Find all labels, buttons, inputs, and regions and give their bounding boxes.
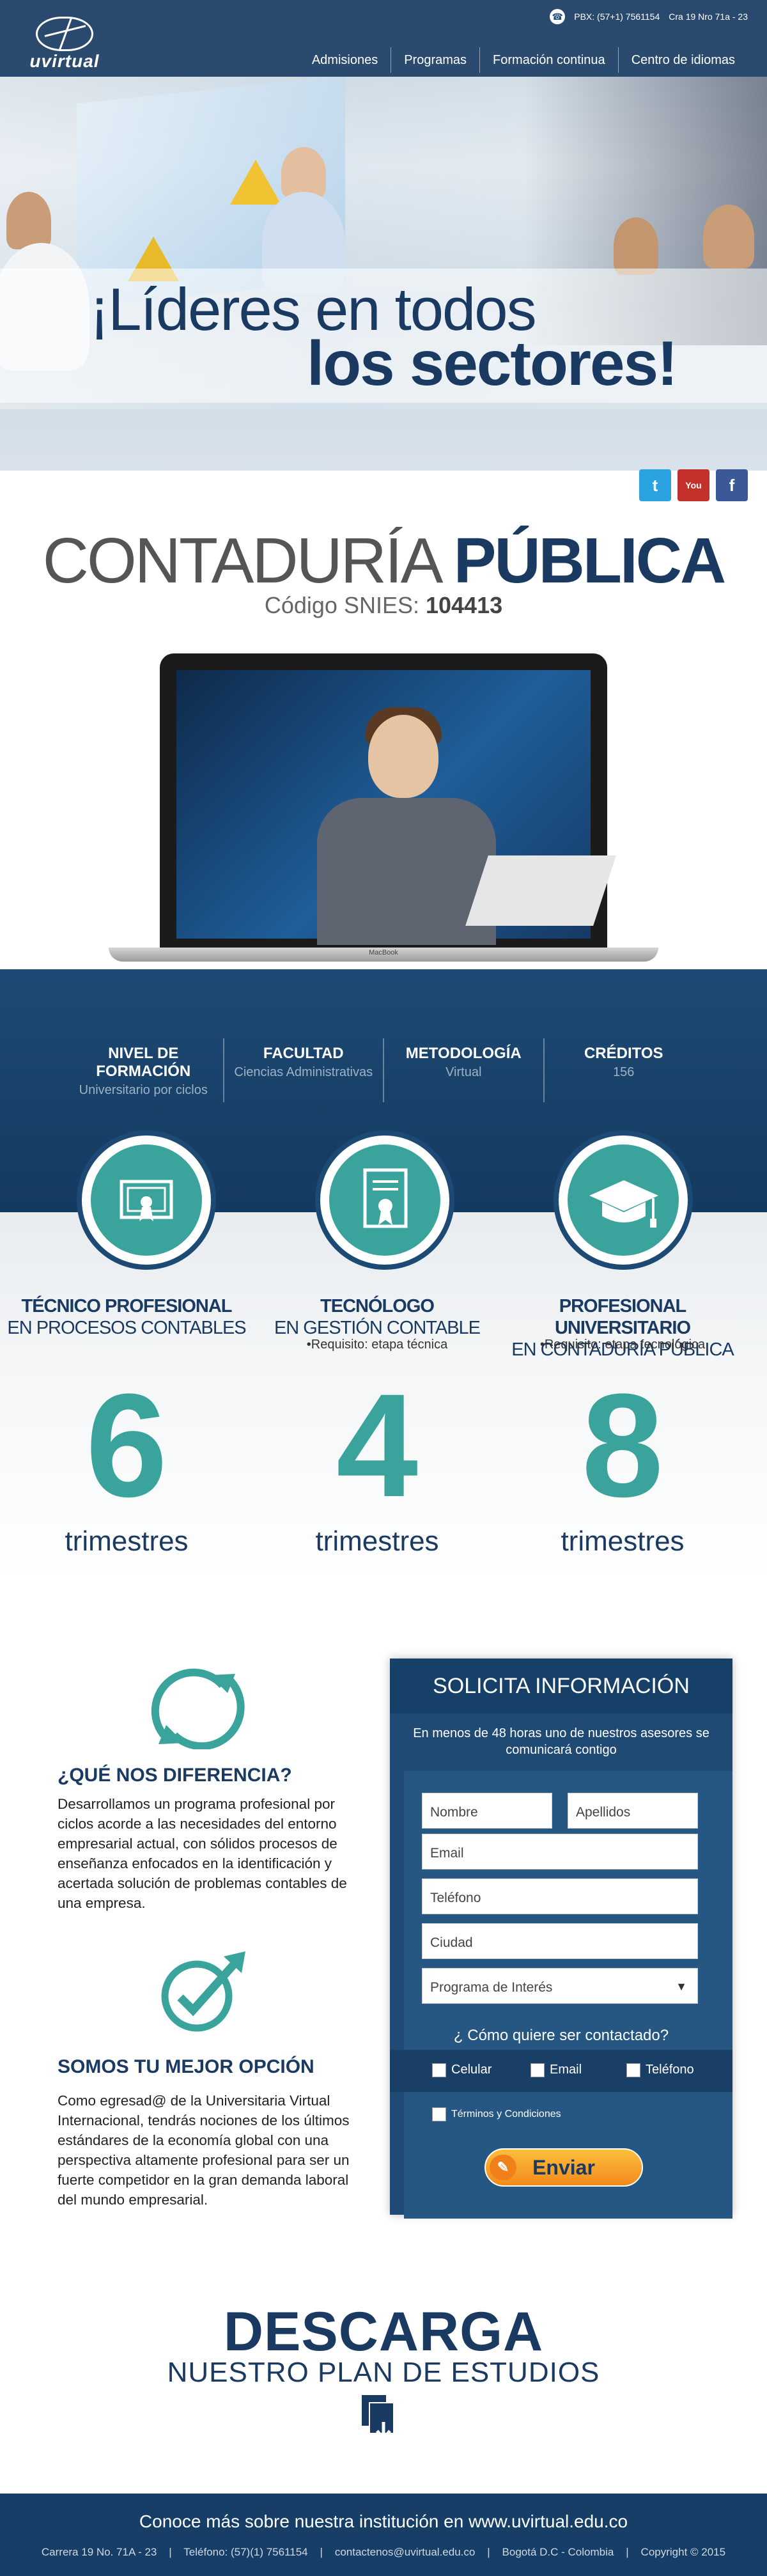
chart-triangle bbox=[230, 160, 281, 205]
nombre-field[interactable]: Nombre bbox=[422, 1793, 552, 1829]
phone-icon: ☎ bbox=[550, 9, 566, 24]
audience-figure bbox=[6, 192, 51, 249]
level-3-unit: trimestres bbox=[561, 1526, 685, 1557]
laptop-image: MacBook bbox=[109, 653, 658, 967]
level-3-badge bbox=[554, 1130, 693, 1270]
uvirtual-logo[interactable]: uvirtual bbox=[23, 17, 106, 71]
level-3-number: 8 bbox=[582, 1363, 663, 1527]
download-title: DESCARGA bbox=[223, 2301, 544, 2362]
option-email[interactable]: Email bbox=[531, 2063, 582, 2077]
nav-admisiones[interactable]: Admisiones bbox=[299, 47, 391, 73]
info-metodologia: METODOLOGÍA Virtual bbox=[383, 1038, 543, 1102]
diploma-icon bbox=[363, 1168, 408, 1228]
option-telefono[interactable]: Teléfono bbox=[626, 2063, 694, 2077]
level-3-requirement: •Requisito: etapa tecnológica bbox=[539, 1338, 706, 1352]
chevron-down-icon: ▼ bbox=[676, 1980, 687, 1993]
contact-options: Celular Email Teléfono bbox=[390, 2050, 732, 2092]
footer-details: Carrera 19 No. 71A - 23 | Teléfono: (57)… bbox=[41, 2546, 726, 2558]
info-request-form: SOLICITA INFORMACIÓN En menos de 48 hora… bbox=[390, 1659, 732, 2219]
checkbox[interactable] bbox=[432, 2063, 446, 2077]
form-title: SOLICITA INFORMACIÓN bbox=[390, 1659, 732, 1713]
level-1-number: 6 bbox=[86, 1363, 167, 1527]
email-field[interactable]: Email bbox=[422, 1834, 698, 1870]
youtube-icon[interactable]: You Tube bbox=[678, 469, 709, 522]
presenter-figure bbox=[281, 147, 326, 198]
page: uvirtual ☎ PBX: (57+1) 7561154 Cra 19 Nr… bbox=[0, 0, 767, 2576]
ciudad-field[interactable]: Ciudad bbox=[422, 1923, 698, 1959]
social-links: t You Tube f bbox=[639, 469, 748, 522]
best-option-heading: SOMOS TU MEJOR OPCIÓN bbox=[58, 2056, 314, 2077]
hero-banner: uvirtual ☎ PBX: (57+1) 7561154 Cra 19 Nr… bbox=[0, 0, 767, 471]
exchange-arrows-icon bbox=[151, 1668, 245, 1749]
top-bar: uvirtual ☎ PBX: (57+1) 7561154 Cra 19 Nr… bbox=[0, 0, 767, 77]
header-address: Cra 19 Nro 71a - 23 bbox=[669, 12, 748, 22]
level-2-title: TECNÓLOGO EN GESTIÓN CONTABLE bbox=[274, 1296, 481, 1338]
info-facultad: FACULTAD Ciencias Administrativas bbox=[222, 1038, 384, 1102]
level-1-title: TÉCNICO PROFESIONAL EN PROCESOS CONTABLE… bbox=[7, 1296, 246, 1338]
hero-slogan-line2: los sectores! bbox=[307, 328, 678, 398]
download-subtitle: NUESTRO PLAN DE ESTUDIOS bbox=[167, 2357, 600, 2388]
best-option-text: Como egresad@ de la Universitaria Virtua… bbox=[58, 2093, 350, 2208]
difference-text: Desarrollamos un programa profesional po… bbox=[58, 1796, 347, 1911]
program-title: CONTADURÍA PÚBLICA bbox=[42, 525, 726, 597]
footer: Conoce más sobre nuestra institución en … bbox=[0, 2494, 767, 2576]
terms-checkbox[interactable]: Términos y Condiciones bbox=[432, 2107, 561, 2121]
level-1-unit: trimestres bbox=[65, 1526, 189, 1557]
footer-main[interactable]: Conoce más sobre nuestra institución en … bbox=[0, 2511, 767, 2532]
level-2-requirement: •Requisito: etapa técnica bbox=[306, 1338, 448, 1352]
difference-heading: ¿QUÉ NOS DIFERENCIA? bbox=[58, 1765, 292, 1786]
levels-section: TÉCNICO PROFESIONAL EN PROCESOS CONTABLE… bbox=[0, 1130, 767, 1583]
option-celular[interactable]: Celular bbox=[432, 2063, 492, 2077]
globe-icon bbox=[36, 17, 93, 51]
nav-formacion-continua[interactable]: Formación continua bbox=[479, 47, 618, 73]
info-nivel: NIVEL DE FORMACIÓN Universitario por cic… bbox=[79, 1045, 208, 1097]
main-nav: Admisiones Programas Formación continua … bbox=[299, 47, 748, 73]
graduation-cap-icon bbox=[589, 1180, 658, 1228]
check-growth-icon bbox=[161, 1951, 245, 2032]
apellidos-field[interactable]: Apellidos bbox=[568, 1793, 698, 1829]
checkbox[interactable] bbox=[432, 2107, 446, 2121]
audience-figure bbox=[703, 205, 754, 269]
level-2-unit: trimestres bbox=[315, 1526, 439, 1557]
nav-centro-idiomas[interactable]: Centro de idiomas bbox=[617, 47, 748, 73]
form-subtitle: En menos de 48 horas uno de nuestros ase… bbox=[413, 1726, 709, 1757]
telefono-field[interactable]: Teléfono bbox=[422, 1878, 698, 1914]
checkbox[interactable] bbox=[626, 2063, 640, 2077]
level-2-badge bbox=[315, 1130, 454, 1270]
header-phone: PBX: (57+1) 7561154 bbox=[574, 12, 660, 22]
snies-code: Código SNIES: 104413 bbox=[264, 592, 503, 618]
facebook-icon[interactable]: f bbox=[716, 469, 748, 501]
send-button[interactable]: ✎ Enviar bbox=[484, 2148, 643, 2187]
contact-question: ¿ Cómo quiere ser contactado? bbox=[453, 2027, 669, 2044]
edit-icon: ✎ bbox=[490, 2155, 516, 2180]
certificate-icon bbox=[120, 1180, 173, 1221]
level-2-number: 4 bbox=[336, 1363, 418, 1527]
programa-select[interactable]: Programa de Interés ▼ bbox=[422, 1968, 698, 2004]
header-contact: ☎ PBX: (57+1) 7561154 Cra 19 Nro 71a - 2… bbox=[550, 9, 748, 24]
checkbox[interactable] bbox=[531, 2063, 545, 2077]
level-1-badge bbox=[77, 1130, 216, 1270]
audience-figure bbox=[614, 217, 658, 275]
info-creditos: CRÉDITOS 156 bbox=[543, 1038, 704, 1102]
download-icon[interactable] bbox=[358, 2393, 403, 2444]
nav-programas[interactable]: Programas bbox=[391, 47, 479, 73]
twitter-icon[interactable]: t bbox=[639, 469, 671, 501]
